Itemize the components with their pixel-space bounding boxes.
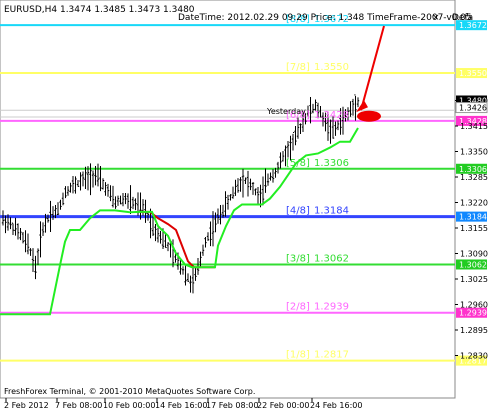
price-axis-label: 1.3025 [460, 275, 488, 284]
copyright-text: FreshForex Terminal, © 2001-2010 MetaQuo… [4, 387, 255, 396]
price-tag-label: 1.3062 [459, 260, 487, 269]
price-tag-label: 1.3550 [459, 69, 487, 78]
price-axis-label: 1.3285 [460, 173, 488, 182]
level-label: [2/8] [286, 302, 310, 313]
time-axis-label: 22 Feb 00:00 [257, 401, 309, 410]
price-axis-label: 1.3415 [460, 122, 488, 131]
price-axis-label: 1.3090 [460, 250, 488, 259]
time-axis-label: 10 Feb 00:00 [103, 401, 155, 410]
level-value: 1.3550 [314, 62, 349, 73]
close-icon[interactable]: × [432, 13, 440, 23]
price-axis-label: 1.2895 [460, 326, 488, 335]
price-tag-label: 1.2939 [459, 309, 487, 318]
indicator-info: DateTime: 2012.02.29 09:29 Price: 1.348 … [178, 13, 472, 23]
symbol-ohlc: EURUSD,H4 1.3474 1.3485 1.3473 1.3480 [4, 5, 195, 15]
price-axis-label: 1.3155 [460, 224, 488, 233]
level-label: [1/8] [286, 350, 310, 361]
yesterday-label: Yesterday [266, 107, 306, 116]
indicator-info-tail: Defa [452, 13, 473, 23]
price-axis-label: 1.2830 [460, 352, 488, 361]
chart-window[interactable]: [8/8] 1.3672 1.3672 [7/8] 1.3550 1.3550 [6/8] 1… [0, 0, 489, 412]
time-axis-label: 14 Feb 16:00 [155, 401, 207, 410]
price-axis-label: 1.2960 [460, 301, 488, 310]
time-axis-label: 7 Feb 08:00 [55, 401, 102, 410]
time-axis-label: 17 Feb 08:00 [206, 401, 258, 410]
price-axis-label: 1.3350 [460, 148, 488, 157]
price-axis-label: 1.3220 [460, 199, 488, 208]
time-axis-label: 2 Feb 2012 [4, 401, 49, 410]
level-label: [7/8] [286, 62, 310, 73]
level-label: [3/8] [286, 253, 310, 264]
level-value: 1.3428 [314, 110, 349, 121]
level-value: 1.2939 [314, 302, 349, 313]
level-label: [5/8] [286, 158, 310, 169]
level-label: [4/8] [286, 206, 310, 217]
near-price-label: 1.3426 [459, 104, 487, 113]
level-value: 1.2817 [314, 350, 349, 361]
level-value: 1.3062 [314, 253, 349, 264]
level-value: 1.3306 [314, 158, 349, 169]
annotation-ellipse [357, 110, 381, 122]
time-axis-label: 24 Feb 16:00 [310, 401, 362, 410]
level-value: 1.3184 [314, 206, 349, 217]
price-chart[interactable]: [8/8] 1.36721.3672[7/8] 1.35501.3550[6/8] 1… [0, 0, 489, 412]
price-tag-label: 1.3184 [459, 213, 487, 222]
